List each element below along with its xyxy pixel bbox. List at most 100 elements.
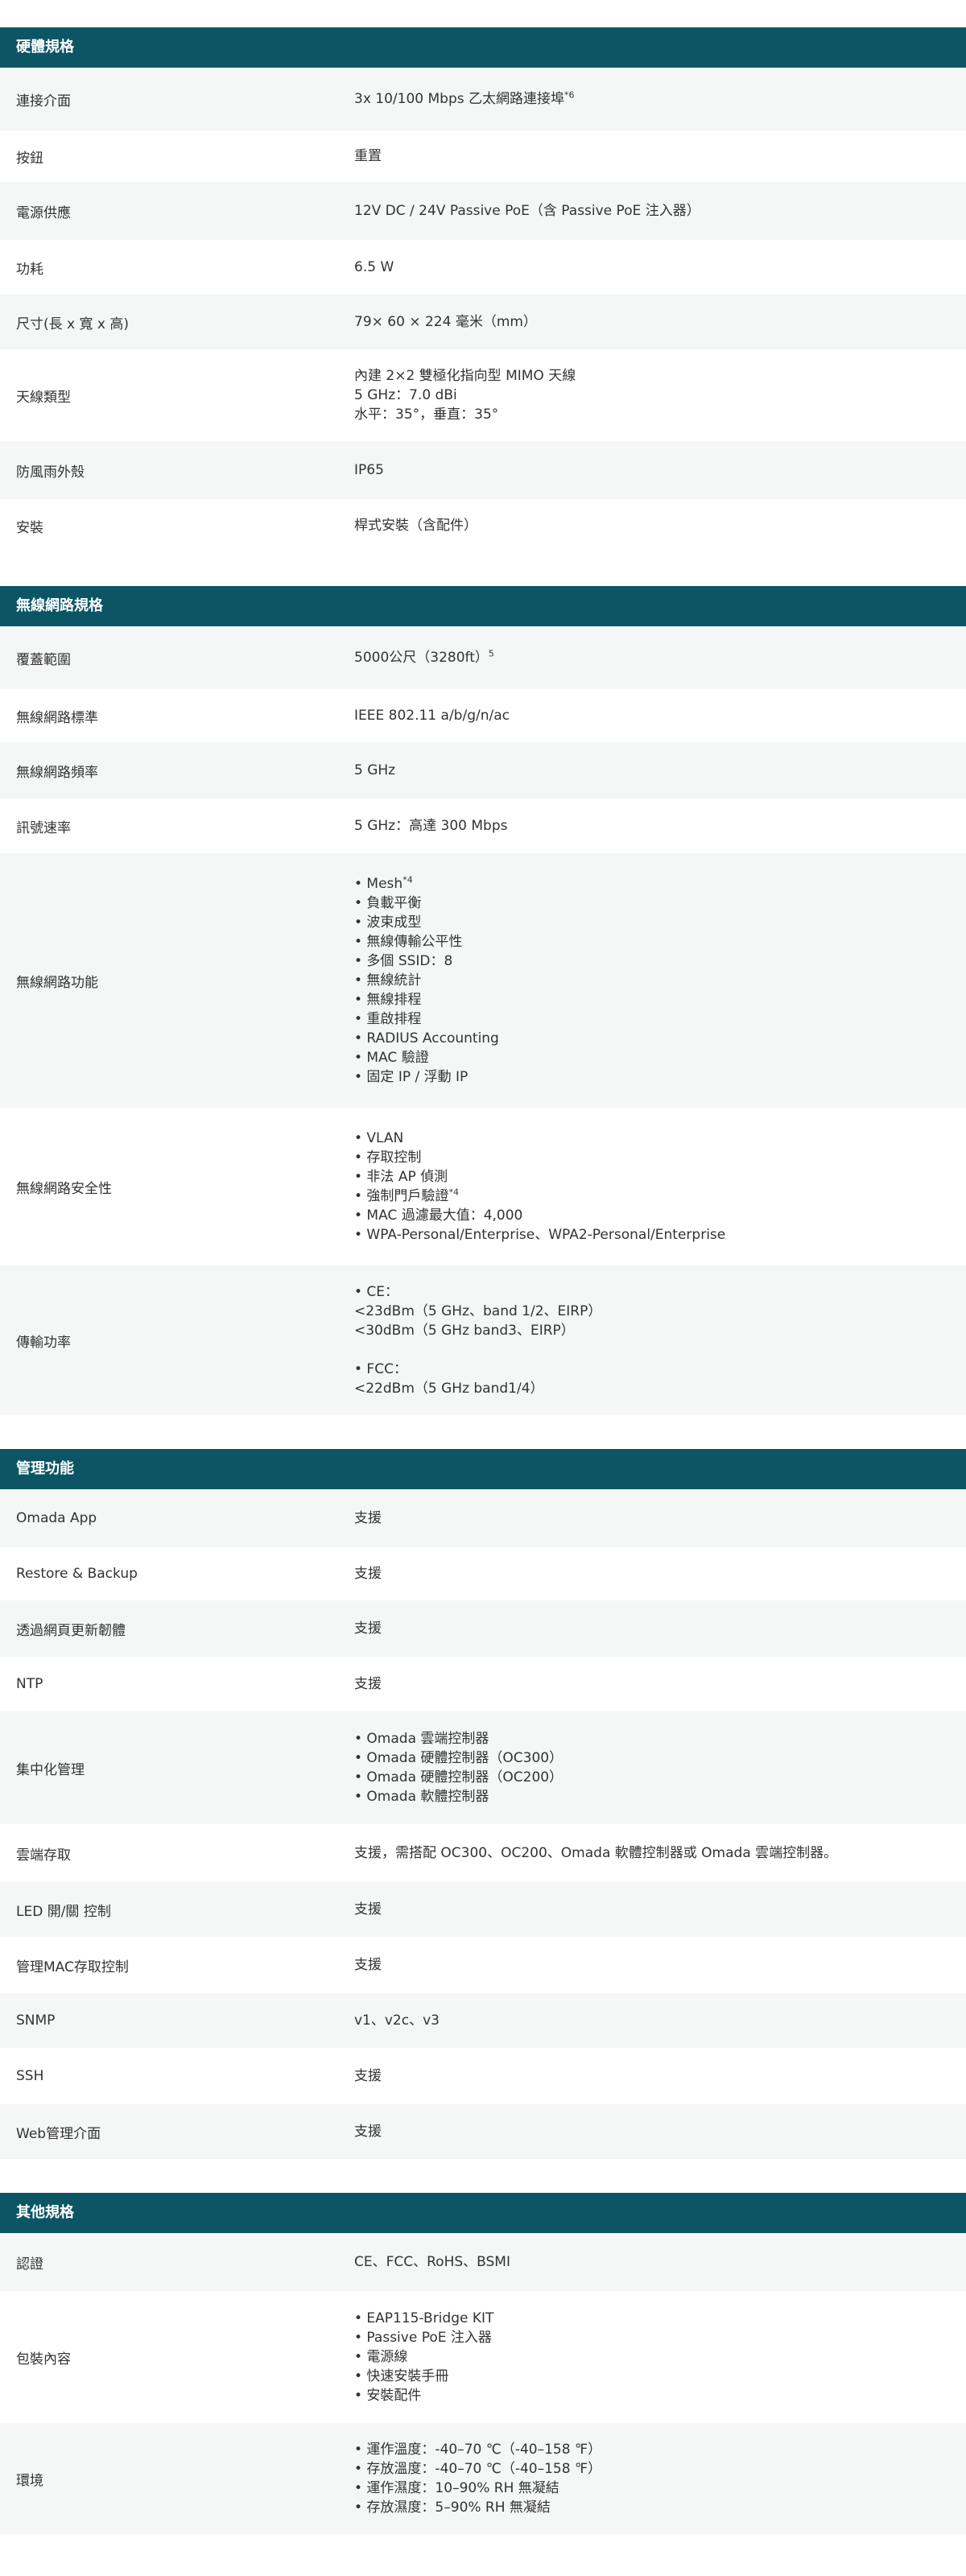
section-header: 其他規格 bbox=[0, 2193, 966, 2233]
spec-value-line: • 無線排程 bbox=[354, 990, 950, 1009]
spec-row: 環境 • 運作溫度：-40–70 ℃（-40–158 ℉） • 存放溫度：-40–7… bbox=[0, 2423, 966, 2534]
spec-row: SNMP v1、v2c、v3 bbox=[0, 1993, 966, 2048]
spec-value-line: • 非法 AP 偵測 bbox=[354, 1167, 950, 1187]
spec-label: 包裝內容 bbox=[16, 2351, 71, 2368]
spec-label: 按鈕 bbox=[16, 150, 43, 167]
spec-value-text: • Passive PoE 注入器 bbox=[354, 2330, 492, 2346]
spec-value-text: • MAC 過濾最大值：4,000 bbox=[354, 1208, 523, 1224]
section-header: 管理功能 bbox=[0, 1449, 966, 1489]
spec-value: 支援，需搭配 OC300、OC200、Omada 軟體控制器或 Omada 雲端… bbox=[338, 1835, 966, 1871]
spec-value: 5 GHz bbox=[338, 753, 966, 788]
spec-value-line: 79× 60 × 224 毫米（mm） bbox=[354, 312, 950, 332]
spec-value: 支援 bbox=[338, 2114, 966, 2149]
spec-value: 桿式安裝（含配件） bbox=[338, 508, 966, 543]
spec-value-text: • 無線傳輸公平性 bbox=[354, 934, 463, 950]
spec-label: Web管理介面 bbox=[16, 2125, 101, 2142]
footnote-marker: *4 bbox=[448, 1187, 459, 1198]
spec-value-text: 5 GHz：高達 300 Mbps bbox=[354, 818, 508, 834]
spec-row: 天線類型 內建 2×2 雙極化指向型 MIMO 天線 5 GHz：7.0 dBi 水平… bbox=[0, 349, 966, 441]
spec-value-text: • EAP115-Bridge KIT bbox=[354, 2310, 494, 2326]
spec-value-line: • MAC 過濾最大值：4,000 bbox=[354, 1206, 950, 1225]
spec-value-text: 12V DC / 24V Passive PoE（含 Passive PoE 注… bbox=[354, 203, 700, 219]
spec-label: 防風雨外殼 bbox=[16, 464, 85, 481]
spec-value-text: 支援 bbox=[354, 1510, 382, 1526]
spec-value-text: • Omada 軟體控制器 bbox=[354, 1789, 489, 1805]
spec-value-line: • 運作濕度：10–90% RH 無凝結 bbox=[354, 2479, 950, 2498]
spec-value-line: • 存放濕度：5–90% RH 無凝結 bbox=[354, 2498, 950, 2517]
spec-label: 訊號速率 bbox=[16, 819, 71, 836]
spec-value-line: CE、FCC、RoHS、BSMI bbox=[354, 2252, 950, 2272]
spec-row: SSH 支援 bbox=[0, 2048, 966, 2104]
spec-value-text: 桿式安裝（含配件） bbox=[354, 518, 477, 534]
spec-value-text: • 非法 AP 偵測 bbox=[354, 1169, 448, 1185]
spec-value-text: 79× 60 × 224 毫米（mm） bbox=[354, 314, 537, 330]
spec-value: IEEE 802.11 a/b/g/n/ac bbox=[338, 698, 966, 733]
spec-value-line: • Omada 硬體控制器（OC300） bbox=[354, 1748, 950, 1768]
spec-value-line: v1、v2c、v3 bbox=[354, 2011, 950, 2030]
spec-label: NTP bbox=[16, 1676, 43, 1692]
spec-value-line: • 存放溫度：-40–70 ℃（-40–158 ℉） bbox=[354, 2459, 950, 2479]
spec-value-line: • 快速安裝手冊 bbox=[354, 2367, 950, 2386]
spec-value-line: • Omada 軟體控制器 bbox=[354, 1787, 950, 1806]
spec-value-text: • CE： bbox=[354, 1284, 399, 1300]
spec-label: 管理MAC存取控制 bbox=[16, 1959, 129, 1975]
spec-label: 覆蓋範圍 bbox=[16, 651, 71, 668]
spec-row: 傳輸功率 • CE： <23dBm（5 GHz、band 1/2、EIRP） <30d… bbox=[0, 1265, 966, 1415]
spec-value-line: 5 GHz：7.0 dBi bbox=[354, 386, 950, 405]
spec-value: • VLAN • 存取控制 • 非法 AP 偵測 • 強制門戶驗證*4 • MAC 過濾… bbox=[338, 1121, 966, 1253]
spec-value-text: • WPA-Personal/Enterprise、WPA2-Personal/… bbox=[354, 1227, 726, 1243]
spec-value-text: • 無線統計 bbox=[354, 972, 422, 989]
spec-row: 無線網路功能 • Mesh*4 • 負載平衡 • 波束成型 • 無線傳輸公平性 • 多個 … bbox=[0, 853, 966, 1108]
spec-value-text: • 安裝配件 bbox=[354, 2388, 422, 2404]
spec-value: 支援 bbox=[338, 1556, 966, 1591]
spec-value-line: • 重啟排程 bbox=[354, 1009, 950, 1029]
spec-value-text: • RADIUS Accounting bbox=[354, 1030, 499, 1046]
spec-value: • Mesh*4 • 負載平衡 • 波束成型 • 無線傳輸公平性 • 多個 SSID：8… bbox=[338, 866, 966, 1095]
spec-label: SNMP bbox=[16, 2013, 56, 2029]
spec-value-text: • 電源線 bbox=[354, 2349, 408, 2365]
spec-value: 5000公尺（3280ft）5 bbox=[338, 640, 966, 675]
spec-value-line: 6.5 W bbox=[354, 258, 950, 277]
spec-row: 按鈕 重置 bbox=[0, 130, 966, 182]
spec-value: 79× 60 × 224 毫米（mm） bbox=[338, 304, 966, 340]
spec-label: SSH bbox=[16, 2068, 44, 2084]
spec-value: 6.5 W bbox=[338, 250, 966, 285]
spec-value-line: 支援 bbox=[354, 2122, 950, 2141]
spec-row: 覆蓋範圍 5000公尺（3280ft）5 bbox=[0, 626, 966, 689]
spec-label: 傳輸功率 bbox=[16, 1334, 71, 1351]
spec-row: 集中化管理 • Omada 雲端控制器 • Omada 硬體控制器（OC300） • … bbox=[0, 1711, 966, 1824]
spec-page: 硬體規格 連接介面 3x 10/100 Mbps 乙太網路連接埠*6 按鈕 重置 電源供應… bbox=[0, 0, 966, 2534]
spec-row: 認證 CE、FCC、RoHS、BSMI bbox=[0, 2233, 966, 2291]
spec-value: v1、v2c、v3 bbox=[338, 2003, 966, 2038]
spec-value-line: • VLAN bbox=[354, 1129, 950, 1148]
spec-value-text: IP65 bbox=[354, 462, 384, 478]
spec-row: LED 開/關 控制 支援 bbox=[0, 1882, 966, 1937]
spec-value-text: • Omada 硬體控制器（OC300） bbox=[354, 1750, 564, 1766]
spec-value: 12V DC / 24V Passive PoE（含 Passive PoE 注… bbox=[338, 193, 966, 229]
spec-table: 認證 CE、FCC、RoHS、BSMI 包裝內容 • EAP115-Bridge KI… bbox=[0, 2233, 966, 2534]
spec-value: 支援 bbox=[338, 1611, 966, 1646]
spec-value-text: 支援 bbox=[354, 1901, 382, 1918]
spec-value-text: • 無線排程 bbox=[354, 992, 422, 1008]
spec-label: LED 開/關 控制 bbox=[16, 1903, 111, 1920]
spec-label: 無線網路安全性 bbox=[16, 1180, 112, 1197]
spec-value-line: 內建 2×2 雙極化指向型 MIMO 天線 bbox=[354, 366, 950, 386]
spec-value-line: • 固定 IP / 浮動 IP bbox=[354, 1067, 950, 1087]
spec-value-line: • 無線傳輸公平性 bbox=[354, 932, 950, 952]
spec-value: 5 GHz：高達 300 Mbps bbox=[338, 808, 966, 844]
footnote-marker: 5 bbox=[488, 648, 494, 659]
spec-row: 連接介面 3x 10/100 Mbps 乙太網路連接埠*6 bbox=[0, 68, 966, 130]
spec-value-text: • 快速安裝手冊 bbox=[354, 2368, 449, 2384]
spec-value-line: 支援 bbox=[354, 1900, 950, 1919]
spec-value-text: 5 GHz bbox=[354, 762, 396, 778]
spec-value-line: 3x 10/100 Mbps 乙太網路連接埠*6 bbox=[354, 89, 950, 109]
spec-label: 連接介面 bbox=[16, 93, 71, 109]
spec-value-text: • 重啟排程 bbox=[354, 1011, 422, 1027]
footnote-marker: *4 bbox=[402, 874, 413, 886]
spec-label: 集中化管理 bbox=[16, 1761, 85, 1778]
spec-value-text: 水平：35°，垂直：35° bbox=[354, 407, 499, 423]
spec-row: 安裝 桿式安裝（含配件） bbox=[0, 499, 966, 552]
spec-row: Restore & Backup 支援 bbox=[0, 1547, 966, 1600]
spec-value-line: 重置 bbox=[354, 147, 950, 166]
spec-label: Restore & Backup bbox=[16, 1566, 138, 1582]
